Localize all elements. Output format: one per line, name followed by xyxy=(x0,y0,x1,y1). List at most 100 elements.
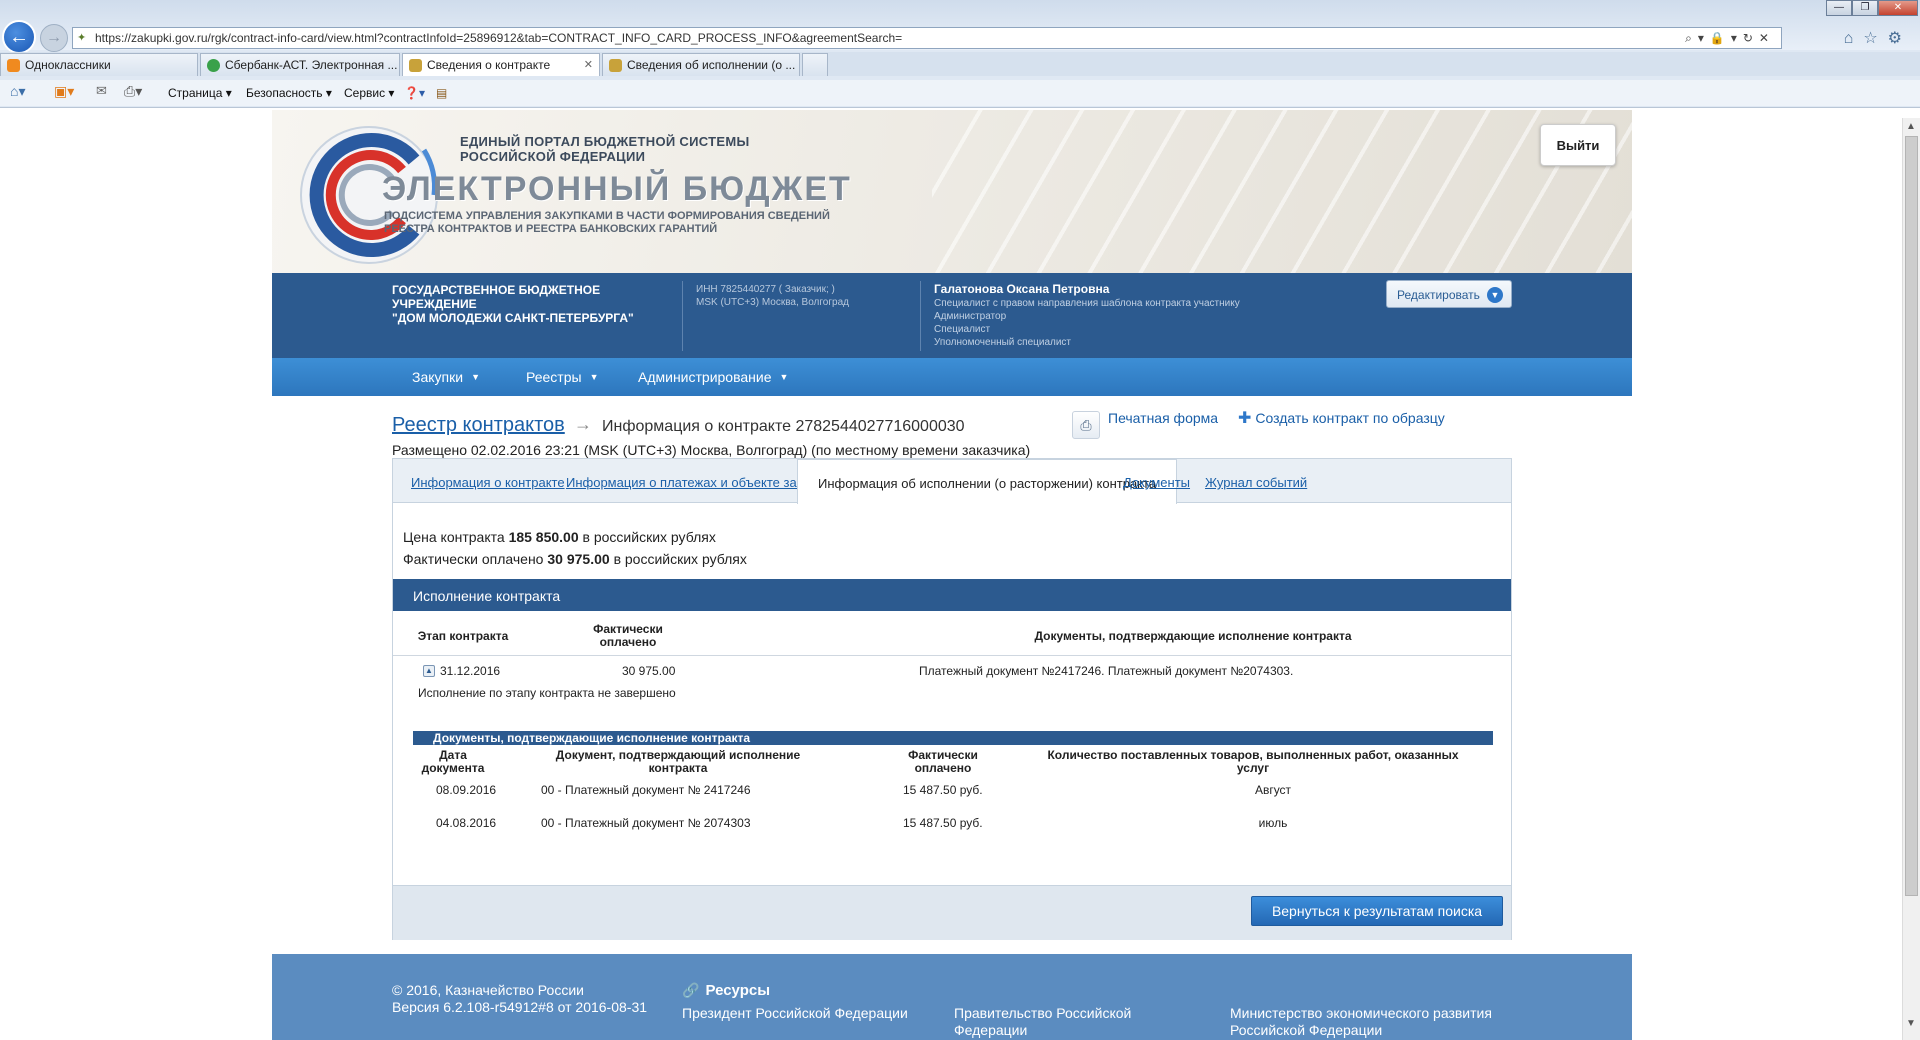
footer-copyright: © 2016, Казначейство России Версия 6.2.1… xyxy=(392,982,647,1016)
organization-name: ГОСУДАРСТВЕННОЕ БЮДЖЕТНОЕ УЧРЕЖДЕНИЕ "ДО… xyxy=(392,283,672,325)
col-doc-date: Дата документа xyxy=(413,749,493,775)
home-icon[interactable]: ⌂▾ xyxy=(10,83,25,100)
browser-tab-odnoklassniki[interactable]: Одноклассники xyxy=(0,53,198,76)
card-tabs: Информация о контракте Информация о плат… xyxy=(393,459,1511,504)
home-icon[interactable]: ⌂ xyxy=(1844,30,1864,47)
create-contract-link[interactable]: ✚ Создать контракт по образцу xyxy=(1238,408,1445,428)
research-icon[interactable]: ▤ xyxy=(436,86,447,100)
doc-paid: 15 487.50 руб. xyxy=(903,816,983,830)
breadcrumb-registry-link[interactable]: Реестр контрактов xyxy=(392,414,565,437)
user-role: Администратор xyxy=(934,311,1007,322)
user-role: Специалист xyxy=(934,324,991,335)
window-controls: — ❐ ✕ xyxy=(1826,0,1918,16)
close-window-icon[interactable]: ✕ xyxy=(1878,0,1918,16)
portal-title-line1: ЕДИНЫЙ ПОРТАЛ БЮДЖЕТНОЙ СИСТЕМЫ xyxy=(460,134,750,149)
price-value: 185 850.00 xyxy=(508,529,579,545)
rss-feed-icon[interactable]: ▣▾ xyxy=(54,83,74,100)
scroll-up-icon[interactable]: ▲ xyxy=(1906,121,1916,132)
minimize-icon[interactable]: — xyxy=(1826,0,1852,16)
tab-execution-info[interactable]: Информация об исполнении (о расторжении)… xyxy=(797,459,1178,504)
menu-item-purchases[interactable]: Закупки ▼ xyxy=(412,369,480,385)
header-decoration xyxy=(932,110,1632,273)
doc-date: 04.08.2016 xyxy=(436,816,497,830)
scrollbar-thumb[interactable] xyxy=(1905,136,1918,896)
card-footer: Вернуться к результатам поиска xyxy=(393,885,1511,940)
browser-tab-contract-info[interactable]: Сведения о контракте ✕ xyxy=(402,53,600,76)
close-tab-icon[interactable]: ✕ xyxy=(584,58,593,71)
plus-icon: ✚ xyxy=(1238,410,1252,427)
stage-paid: 30 975.00 xyxy=(622,664,676,678)
address-row: ← → ✦ https://zakupki.gov.ru/rgk/contrac… xyxy=(0,0,1920,54)
collapse-icon[interactable]: ▲ xyxy=(423,665,435,677)
organization-info: ИНН 7825440277 ( Заказчик; ) MSK (UTC+3)… xyxy=(696,283,849,309)
logout-button[interactable]: Выйти xyxy=(1540,124,1616,166)
org-name-line1: ГОСУДАРСТВЕННОЕ БЮДЖЕТНОЕ УЧРЕЖДЕНИЕ xyxy=(392,283,601,311)
footer-link-government[interactable]: Правительство Российской Федерации xyxy=(954,1005,1131,1039)
chevron-down-icon: ▼ xyxy=(471,372,480,382)
edit-profile-button[interactable]: Редактировать ▼ xyxy=(1386,280,1512,308)
address-actions[interactable]: ⌕▾🔒▾↻✕ xyxy=(1685,31,1775,46)
footer-link-text: Министерство экономического развития xyxy=(1230,1005,1492,1021)
paid-label: Фактически оплачено xyxy=(403,551,544,567)
col-doc-paid: Фактически оплачено xyxy=(883,749,1003,775)
menu-item-registries[interactable]: Реестры ▼ xyxy=(526,369,598,385)
chevron-down-icon: ▼ xyxy=(1487,287,1503,303)
divider xyxy=(393,655,1511,656)
forward-button[interactable]: → xyxy=(40,24,68,52)
col-paid-line2: оплачено xyxy=(599,635,657,649)
stage-docs: Платежный документ №2417246. Платежный д… xyxy=(919,664,1294,678)
scroll-down-icon[interactable]: ▼ xyxy=(1906,1018,1916,1029)
edit-label: Редактировать xyxy=(1397,288,1480,302)
brand-title: ЭЛЕКТРОННЫЙ БЮДЖЕТ xyxy=(382,170,852,208)
page-menu[interactable]: Страница ▾ xyxy=(168,86,232,100)
chevron-down-icon: ▼ xyxy=(589,372,599,382)
service-menu[interactable]: Сервис ▾ xyxy=(344,86,394,100)
subtitle-line1: ПОДСИСТЕМА УПРАВЛЕНИЯ ЗАКУПКАМИ В ЧАСТИ … xyxy=(384,210,830,222)
address-bar[interactable]: ✦ https://zakupki.gov.ru/rgk/contract-in… xyxy=(72,27,1782,49)
favorites-icon[interactable]: ☆ xyxy=(1863,30,1887,47)
help-icon[interactable]: ❓▾ xyxy=(404,86,425,100)
print-form-link[interactable]: Печатная форма xyxy=(1108,410,1218,426)
emblem-icon xyxy=(409,59,422,72)
browser-tab-sberbank[interactable]: Сбербанк-АСТ. Электронная ... xyxy=(200,53,400,76)
stage-status: Исполнение по этапу контракта не заверше… xyxy=(418,686,676,700)
browser-tab-execution-info[interactable]: Сведения об исполнении (о ... xyxy=(602,53,800,76)
posted-date: Размещено 02.02.2016 23:21 (MSK (UTC+3) … xyxy=(392,442,1031,458)
create-contract-label: Создать контракт по образцу xyxy=(1255,410,1445,426)
tab-payments-info[interactable]: Информация о платежах и объекте закупки xyxy=(566,475,829,490)
command-bar: ⌂▾ ▣▾ ✉ ⎙▾ Страница ▾ Безопасность ▾ Сер… xyxy=(0,80,1920,106)
settings-gear-icon[interactable]: ⚙ xyxy=(1888,30,1912,47)
maximize-icon[interactable]: ❐ xyxy=(1852,0,1878,16)
doc-paid: 15 487.50 руб. xyxy=(903,783,983,797)
execution-section-title: Исполнение контракта xyxy=(393,579,1511,611)
tab-label: Одноклассники xyxy=(25,58,111,72)
col-paid: Фактически оплачено xyxy=(573,623,683,649)
mail-icon[interactable]: ✉ xyxy=(96,83,107,99)
back-to-results-button[interactable]: Вернуться к результатам поиска xyxy=(1251,896,1503,926)
tab-label: Сведения о контракте xyxy=(427,58,551,72)
footer-link-ministry[interactable]: Министерство экономического развития Рос… xyxy=(1230,1005,1492,1039)
service-menu-label: Сервис xyxy=(344,86,386,100)
user-role: Уполномоченный специалист xyxy=(934,337,1072,348)
security-menu[interactable]: Безопасность ▾ xyxy=(246,86,332,100)
vertical-scrollbar[interactable]: ▲ ▼ xyxy=(1902,118,1920,1040)
emblem-icon xyxy=(609,59,622,72)
user-role: Специалист с правом направления шаблона … xyxy=(934,298,1240,309)
print-icon[interactable]: ⎙▾ xyxy=(124,83,142,100)
price-label: Цена контракта xyxy=(403,529,505,545)
menu-item-administration[interactable]: Администрирование ▼ xyxy=(638,369,788,385)
footer-link-president[interactable]: Президент Российской Федерации xyxy=(682,1005,908,1022)
printer-icon[interactable]: ⎙ xyxy=(1072,411,1100,439)
new-tab-button[interactable] xyxy=(802,53,828,76)
brand-subtitle: ПОДСИСТЕМА УПРАВЛЕНИЯ ЗАКУПКАМИ В ЧАСТИ … xyxy=(384,210,830,236)
doc-qty: июль xyxy=(1258,816,1288,830)
tab-event-log[interactable]: Журнал событий xyxy=(1205,475,1307,490)
tab-contract-info[interactable]: Информация о контракте xyxy=(411,475,565,490)
docs-section-title: Документы, подтверждающие исполнение кон… xyxy=(413,731,1493,745)
contract-card: Информация о контракте Информация о плат… xyxy=(392,458,1512,940)
sberbank-icon xyxy=(207,59,220,72)
org-name-line2: "ДОМ МОЛОДЕЖИ САНКТ-ПЕТЕРБУРГА" xyxy=(392,311,634,325)
back-button[interactable]: ← xyxy=(2,20,36,54)
tab-documents[interactable]: Документы xyxy=(1123,475,1190,490)
url-text: https://zakupki.gov.ru/rgk/contract-info… xyxy=(95,31,903,45)
